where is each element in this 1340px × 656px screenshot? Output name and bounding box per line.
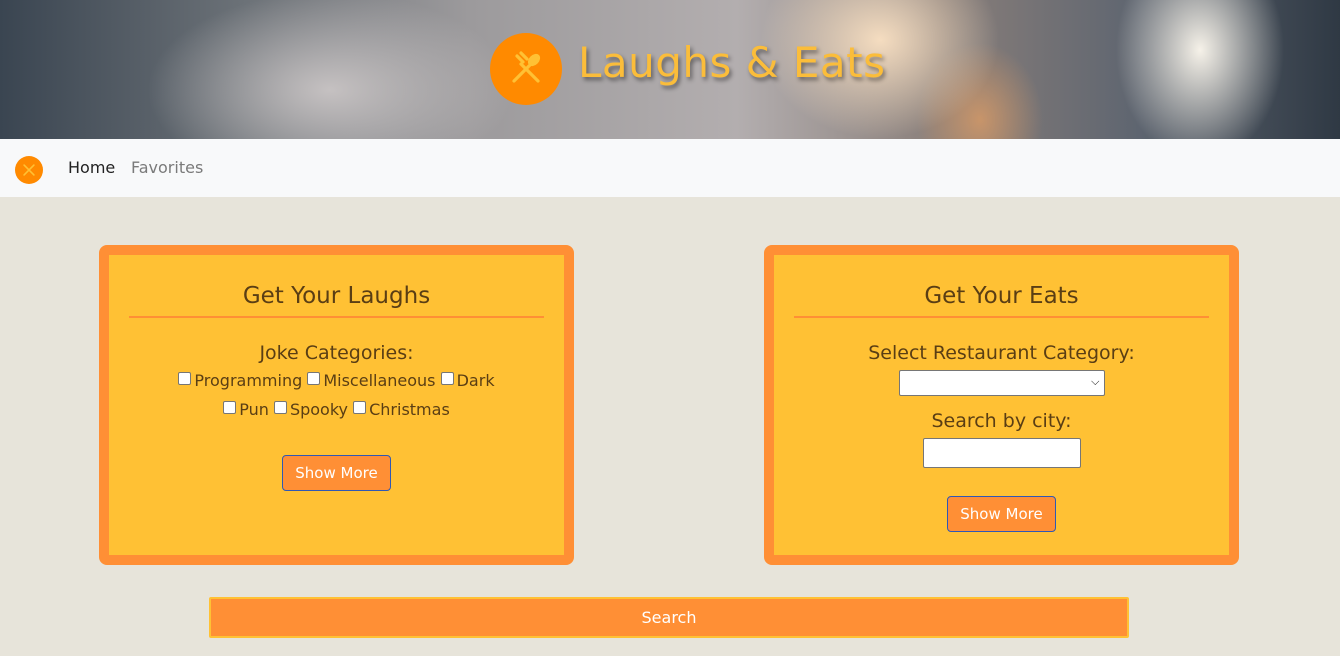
checkbox-label: Programming <box>194 371 303 390</box>
fork-spoon-icon <box>23 164 35 176</box>
checkbox-label: Christmas <box>369 400 450 419</box>
nav-favorites[interactable]: Favorites <box>131 158 203 177</box>
joke-categories-label: Joke Categories: <box>259 342 414 364</box>
checkbox-label: Dark <box>456 371 495 390</box>
city-label: Search by city: <box>931 410 1072 432</box>
divider <box>129 316 544 318</box>
checkbox-label: Pun <box>239 400 269 419</box>
nav-logo[interactable] <box>15 156 43 184</box>
joke-categories-row-2: Pun Spooky Christmas <box>109 400 564 419</box>
city-input[interactable] <box>922 438 1081 468</box>
checkbox-christmas[interactable] <box>353 401 367 414</box>
fork-spoon-icon <box>512 51 541 83</box>
divider <box>794 316 1209 318</box>
logo <box>490 33 562 105</box>
eats-card: Get Your Eats Select Restaurant Category… <box>764 245 1239 565</box>
hero-banner: Laughs & Eats <box>0 0 1340 139</box>
laughs-card: Get Your Laughs Joke Categories: Program… <box>99 245 574 565</box>
navbar: Home Favorites <box>0 139 1340 197</box>
nav-home[interactable]: Home <box>68 158 115 177</box>
checkbox-dark[interactable] <box>440 372 454 385</box>
checkbox-spooky[interactable] <box>273 401 287 414</box>
eats-show-more-button[interactable]: Show More <box>947 496 1056 532</box>
restaurant-category-select[interactable]: ⌵ <box>898 370 1105 396</box>
restaurant-category-label: Select Restaurant Category: <box>868 342 1135 364</box>
checkbox-miscellaneous[interactable] <box>307 372 321 385</box>
chevron-down-icon: ⌵ <box>1091 375 1100 388</box>
site-title: Laughs & Eats <box>578 38 886 87</box>
checkbox-label: Miscellaneous <box>323 371 436 390</box>
search-button[interactable]: Search <box>209 597 1129 638</box>
laughs-title: Get Your Laughs <box>242 283 431 309</box>
checkbox-label: Spooky <box>289 400 349 419</box>
joke-categories-row-1: Programming Miscellaneous Dark <box>109 371 564 390</box>
checkbox-programming[interactable] <box>178 372 192 385</box>
checkbox-pun[interactable] <box>223 401 237 414</box>
eats-title: Get Your Eats <box>924 283 1079 309</box>
laughs-show-more-button[interactable]: Show More <box>282 455 391 491</box>
